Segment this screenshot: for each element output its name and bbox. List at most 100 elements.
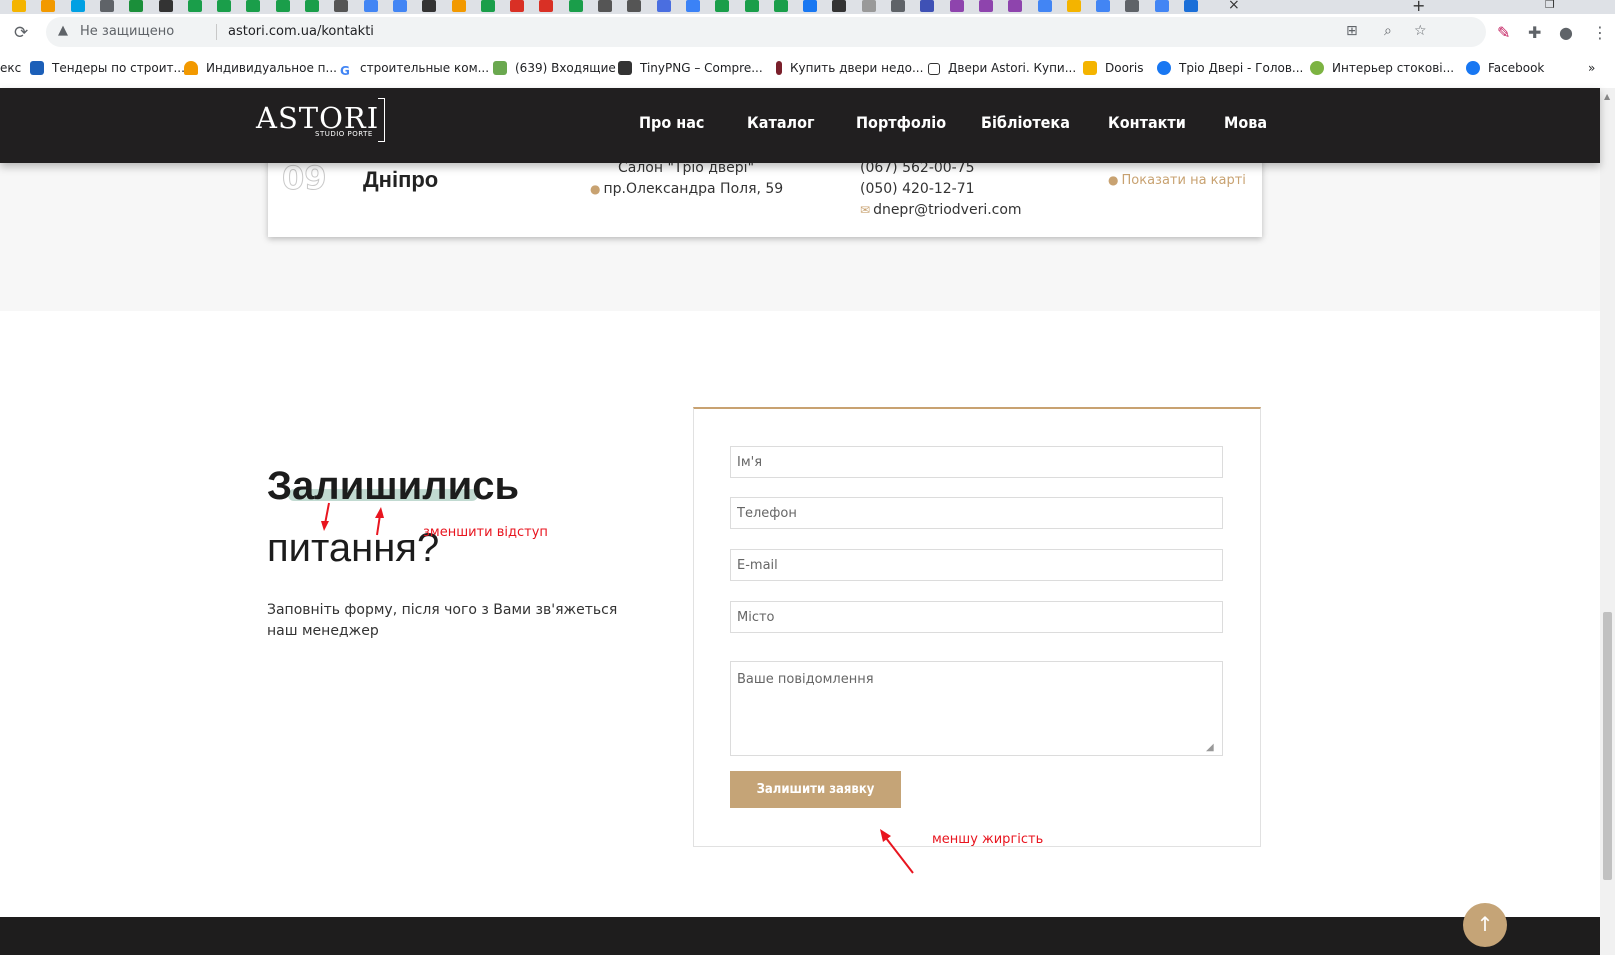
translate-icon[interactable]: ⊞ <box>1346 23 1358 39</box>
tab-favicon-icon[interactable] <box>41 0 56 12</box>
site-header: ASTORI STUDIO PORTE Про нас Каталог Порт… <box>0 88 1600 163</box>
tab-favicon-icon[interactable] <box>978 0 993 12</box>
tab-favicon-icon[interactable] <box>510 0 525 12</box>
tab-favicon-icon[interactable] <box>158 0 173 12</box>
tab-favicon-icon[interactable] <box>1154 0 1169 12</box>
bookmark-item[interactable]: Dooris <box>1083 61 1143 79</box>
tab-favicon-icon[interactable] <box>1125 0 1140 12</box>
scroll-to-top-button[interactable]: ↑ <box>1463 903 1507 947</box>
bookmark-item[interactable]: Facebook <box>1466 61 1544 79</box>
menu-icon[interactable]: ⋮ <box>1592 23 1608 42</box>
bookmarks-overflow[interactable]: » <box>1588 61 1595 79</box>
tab-favicon-icon[interactable] <box>949 0 964 12</box>
tab-favicon-icon[interactable] <box>480 0 495 12</box>
bookmark-item[interactable]: Тріо Двері - Голов... <box>1157 61 1303 79</box>
tab-favicon-icon[interactable] <box>891 0 905 12</box>
tab-favicon-icon[interactable] <box>1037 0 1052 12</box>
nav-catalog[interactable]: Каталог <box>747 113 815 132</box>
tab-favicon-icon[interactable] <box>832 0 847 12</box>
site-footer <box>0 917 1600 955</box>
message-field[interactable] <box>730 661 1223 756</box>
tab-favicon-icon[interactable] <box>275 0 290 12</box>
zoom-icon[interactable]: ⌕ <box>1384 23 1392 39</box>
show-on-map-link[interactable]: ● Показати на карті <box>1108 173 1246 188</box>
tab-favicon-icon[interactable] <box>422 0 437 12</box>
tab-favicon-icon[interactable] <box>305 0 319 12</box>
tab-favicon-icon[interactable] <box>1096 0 1111 12</box>
resize-grip-icon[interactable]: ◢ <box>1206 742 1214 753</box>
nav-library[interactable]: Бібліотека <box>981 113 1070 132</box>
map-pin-icon: ● <box>590 182 601 196</box>
tab-favicon-icon[interactable] <box>1184 0 1198 12</box>
tab-favicon-icon[interactable] <box>715 0 730 12</box>
tab-favicon-icon[interactable] <box>744 0 759 12</box>
bookmark-item[interactable]: Купить двери недо... <box>776 61 923 79</box>
form-title: Залишились питання? <box>267 464 520 570</box>
bookmark-item[interactable]: Тендеры по строит... <box>30 61 185 79</box>
tab-favicon-icon[interactable] <box>920 0 935 12</box>
puzzle-icon[interactable]: ✚ <box>1528 23 1541 42</box>
tab-favicon-icon[interactable] <box>217 0 232 12</box>
tab-favicon-icon[interactable] <box>246 0 261 12</box>
nav-language[interactable]: Мова <box>1224 113 1267 132</box>
tab-favicon-icon[interactable] <box>598 0 612 12</box>
phone-link[interactable]: (050) 420-12-71 <box>860 181 975 197</box>
city-contact-card: 09 Дніпро Салон "Тріо двері" ● пр.Олексан… <box>268 151 1262 237</box>
name-field[interactable] <box>730 446 1223 478</box>
profile-icon[interactable]: ● <box>1559 23 1573 42</box>
tab-favicon-icon[interactable] <box>1008 0 1023 12</box>
address-bar: ⟳ ▲ Не защищено astori.com.ua/kontakti ⊞… <box>0 14 1615 52</box>
tab-favicon-icon[interactable] <box>627 0 642 12</box>
city-index: 09 <box>282 159 328 198</box>
new-tab-icon[interactable]: + <box>1412 0 1425 15</box>
tab-favicon-icon[interactable] <box>129 0 144 12</box>
phone-field[interactable] <box>730 497 1223 529</box>
tab-favicon-icon[interactable] <box>568 0 583 12</box>
bookmark-item[interactable]: (639) Входящие <box>493 61 616 79</box>
url-text[interactable]: astori.com.ua/kontakti <box>228 24 374 39</box>
nav-portfolio[interactable]: Портфоліо <box>856 113 946 132</box>
reload-icon[interactable]: ⟳ <box>14 23 28 43</box>
security-status[interactable]: Не защищено <box>80 24 174 39</box>
form-description: Заповніть форму, після чого з Вами зв'яж… <box>267 602 618 639</box>
tab-favicon-icon[interactable] <box>70 0 85 12</box>
scroll-up-arrow-icon[interactable]: ▲ <box>1604 92 1610 101</box>
tab-favicon-icon[interactable] <box>861 0 876 12</box>
tab-favicon-icon[interactable] <box>803 0 818 12</box>
bookmark-item[interactable]: TinyPNG – Compre... <box>618 61 763 79</box>
tab-favicon-icon[interactable] <box>187 0 202 12</box>
tab-favicon-icon[interactable] <box>451 0 466 12</box>
astori-logo[interactable]: ASTORI STUDIO PORTE <box>256 98 388 142</box>
tab-favicon-icon[interactable] <box>1066 0 1081 12</box>
city-field[interactable] <box>730 601 1223 633</box>
tab-favicon-icon[interactable] <box>334 0 349 12</box>
submit-request-button[interactable]: Залишити заявку <box>730 771 901 808</box>
omnibox[interactable]: ▲ Не защищено astori.com.ua/kontakti ⊞ ⌕… <box>46 17 1486 47</box>
nav-contacts[interactable]: Контакти <box>1108 113 1186 132</box>
tab-favicon-icon[interactable] <box>685 0 700 12</box>
bookmark-item[interactable]: Индивидуальное п... <box>184 61 337 79</box>
close-tab-icon[interactable]: × <box>1228 0 1240 13</box>
bookmark-item[interactable]: Двери Astori. Купи... <box>928 61 1076 79</box>
extension-pen-icon[interactable]: ✎ <box>1497 23 1510 42</box>
email-field[interactable] <box>730 549 1223 581</box>
scrollbar-thumb[interactable] <box>1603 612 1612 880</box>
bookmark-item[interactable]: Gстроительные ком... <box>340 61 489 79</box>
bookmarks-bar: екс Тендеры по строит... Индивидуальное … <box>0 52 1615 89</box>
tab-favicon-icon[interactable] <box>539 0 554 12</box>
bookmark-item[interactable]: Интерьер стокові... <box>1310 61 1454 79</box>
map-pin-icon: ● <box>1108 173 1119 187</box>
tab-favicon-icon[interactable] <box>392 0 407 12</box>
star-icon[interactable]: ☆ <box>1414 23 1427 39</box>
tab-favicon-icon[interactable] <box>12 0 26 12</box>
email-link[interactable]: ✉ dnepr@triodveri.com <box>860 202 1022 218</box>
warning-icon[interactable]: ▲ <box>58 23 68 38</box>
tab-favicon-icon[interactable] <box>99 0 114 12</box>
restore-window-icon[interactable]: ❐ <box>1545 0 1555 11</box>
tab-favicon-icon[interactable] <box>363 0 378 12</box>
tab-favicon-icon[interactable] <box>773 0 788 12</box>
nav-about[interactable]: Про нас <box>639 113 704 132</box>
bookmark-item[interactable]: екс <box>0 61 21 79</box>
tab-favicon-icon[interactable] <box>656 0 671 12</box>
contact-form: ◢ Залишити заявку <box>693 407 1261 847</box>
